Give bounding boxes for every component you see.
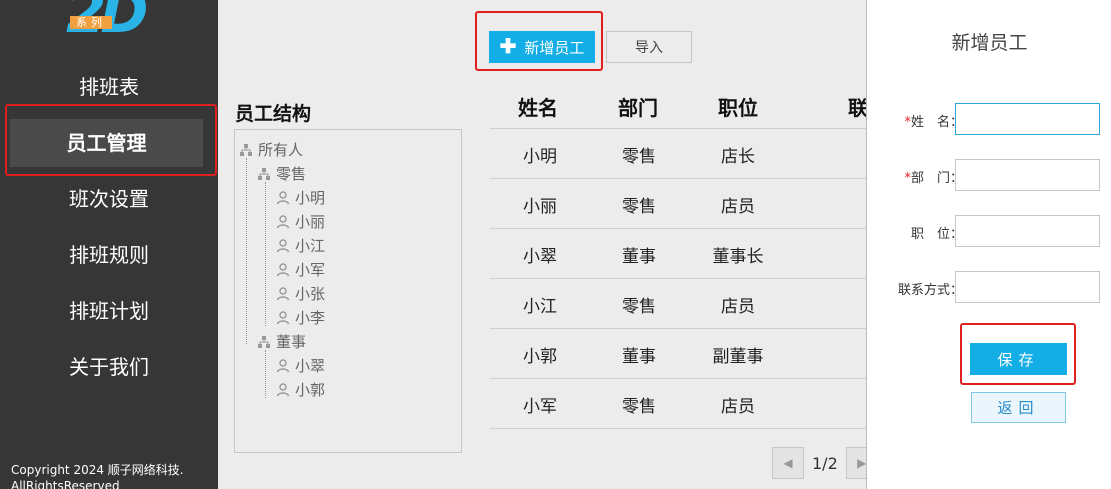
user-icon — [276, 263, 290, 277]
pagination: ◀ 1/2 ▶ — [772, 447, 878, 479]
prev-page-button[interactable]: ◀ — [772, 447, 804, 479]
column-header-name: 姓名 — [518, 96, 558, 120]
cell-position: 店员 — [721, 397, 755, 417]
chevron-left-icon: ◀ — [783, 456, 793, 470]
position-field[interactable] — [955, 215, 1100, 247]
user-icon — [276, 239, 290, 253]
department-field-label: *部 门： — [879, 167, 963, 186]
tree-node-member[interactable]: 小明 — [276, 187, 325, 209]
cell-position: 副董事 — [712, 347, 764, 367]
tree-node-member[interactable]: 小李 — [276, 307, 325, 329]
tree-node-label: 小郭 — [295, 381, 326, 399]
cell-name: 小翠 — [523, 247, 557, 267]
tree-connector — [246, 158, 247, 344]
import-button[interactable]: 导入 — [606, 31, 692, 63]
cell-department: 零售 — [622, 197, 656, 217]
cell-name: 小江 — [523, 297, 557, 317]
user-icon — [276, 383, 290, 397]
department-field[interactable] — [955, 159, 1100, 191]
table-row[interactable]: 小江 零售 店员 — [490, 278, 866, 328]
panel-title: 新增员工 — [951, 32, 1028, 54]
org-icon — [240, 144, 252, 156]
tree-node-member[interactable]: 小丽 — [276, 211, 325, 233]
user-icon — [276, 287, 290, 301]
org-icon — [258, 336, 270, 348]
user-icon — [276, 359, 290, 373]
tree-node-label: 小江 — [295, 237, 326, 255]
tree-node-root[interactable]: 所有人 — [239, 139, 303, 161]
chevron-right-icon: ▶ — [857, 456, 867, 470]
org-icon — [258, 168, 270, 180]
table-row[interactable]: 小郭 董事 副董事 — [490, 328, 866, 378]
cell-position: 董事长 — [712, 247, 764, 267]
save-button[interactable]: 保存 — [970, 343, 1067, 375]
plus-icon: ✚ — [499, 36, 517, 58]
tree-connector — [265, 182, 266, 326]
cell-department: 董事 — [622, 347, 656, 367]
nav-highlight-box — [5, 104, 217, 176]
user-icon — [276, 311, 290, 325]
nav-item-schedule-plan[interactable]: 排班计划 — [0, 287, 218, 335]
table-row[interactable]: 小丽 零售 店员 — [490, 178, 866, 228]
copyright-text: Copyright 2024 顺子网络科技. AllRightsReserved — [11, 463, 184, 489]
page-indicator: 1/2 — [812, 453, 838, 473]
contact-field-label: 联系方式： — [897, 283, 963, 298]
back-button[interactable]: 返回 — [971, 392, 1066, 423]
position-field-label: 职 位： — [910, 227, 963, 242]
tree-node-label: 所有人 — [258, 141, 304, 159]
cell-department: 董事 — [622, 247, 656, 267]
add-employee-label: 新增员工 — [524, 39, 585, 57]
tree-node-label: 小明 — [295, 189, 326, 207]
cell-position: 店长 — [721, 147, 755, 167]
tree-node-label: 董事 — [276, 333, 307, 351]
tree-connector — [265, 350, 266, 398]
name-field-label: *姓 名： — [879, 111, 963, 130]
cell-position: 店员 — [721, 197, 755, 217]
tree-node-label: 小军 — [295, 261, 326, 279]
logo-tag: 系列 — [70, 16, 112, 29]
column-header-department: 部门 — [618, 96, 658, 120]
tree-title: 员工结构 — [235, 103, 312, 125]
column-header-position: 职位 — [718, 96, 758, 120]
app-logo: 2D 系列 — [66, 0, 158, 41]
cell-department: 零售 — [622, 147, 656, 167]
column-header-contact: 联 — [848, 96, 868, 120]
tree-node-label: 小翠 — [295, 357, 326, 375]
tree-node-label: 小丽 — [295, 213, 326, 231]
contact-field[interactable] — [955, 271, 1100, 303]
cell-department: 零售 — [622, 397, 656, 417]
tree-node-member[interactable]: 小翠 — [276, 355, 325, 377]
cell-position: 店员 — [721, 297, 755, 317]
add-employee-button[interactable]: ✚ 新增员工 — [489, 31, 595, 63]
tree-node-label: 小张 — [295, 285, 326, 303]
cell-name: 小明 — [523, 147, 557, 167]
name-field[interactable] — [955, 103, 1100, 135]
cell-department: 零售 — [622, 297, 656, 317]
tree-node-member[interactable]: 小江 — [276, 235, 325, 257]
cell-name: 小郭 — [523, 347, 557, 367]
tree-node-label: 小李 — [295, 309, 326, 327]
add-employee-panel: 新增员工 *姓 名： *部 门： 职 位： 联系方式： 保存 返回 — [866, 0, 1111, 489]
user-icon — [276, 215, 290, 229]
tree-node-label: 零售 — [276, 165, 307, 183]
nav-item-about-us[interactable]: 关于我们 — [0, 343, 218, 391]
tree-node-member[interactable]: 小张 — [276, 283, 325, 305]
tree-node-member[interactable]: 小郭 — [276, 379, 325, 401]
table-row[interactable]: 小明 零售 店长 — [490, 128, 866, 178]
table-row[interactable]: 小军 零售 店员 — [490, 378, 866, 429]
cell-name: 小军 — [523, 397, 557, 417]
tree-node-group[interactable]: 零售 — [257, 163, 306, 185]
nav-item-schedule-rules[interactable]: 排班规则 — [0, 231, 218, 279]
nav-item-shift-settings[interactable]: 班次设置 — [0, 175, 218, 223]
cell-name: 小丽 — [523, 197, 557, 217]
employee-tree: 所有人 零售 小明 小丽 小江 小军 小张 小李 董事 小翠 小郭 — [234, 129, 462, 453]
tree-node-group[interactable]: 董事 — [257, 331, 306, 353]
sidebar: 2D 系列 排班表 员工管理 班次设置 排班规则 排班计划 关于我们 Copyr… — [0, 0, 218, 489]
user-icon — [276, 191, 290, 205]
table-row[interactable]: 小翠 董事 董事长 — [490, 228, 866, 278]
tree-node-member[interactable]: 小军 — [276, 259, 325, 281]
